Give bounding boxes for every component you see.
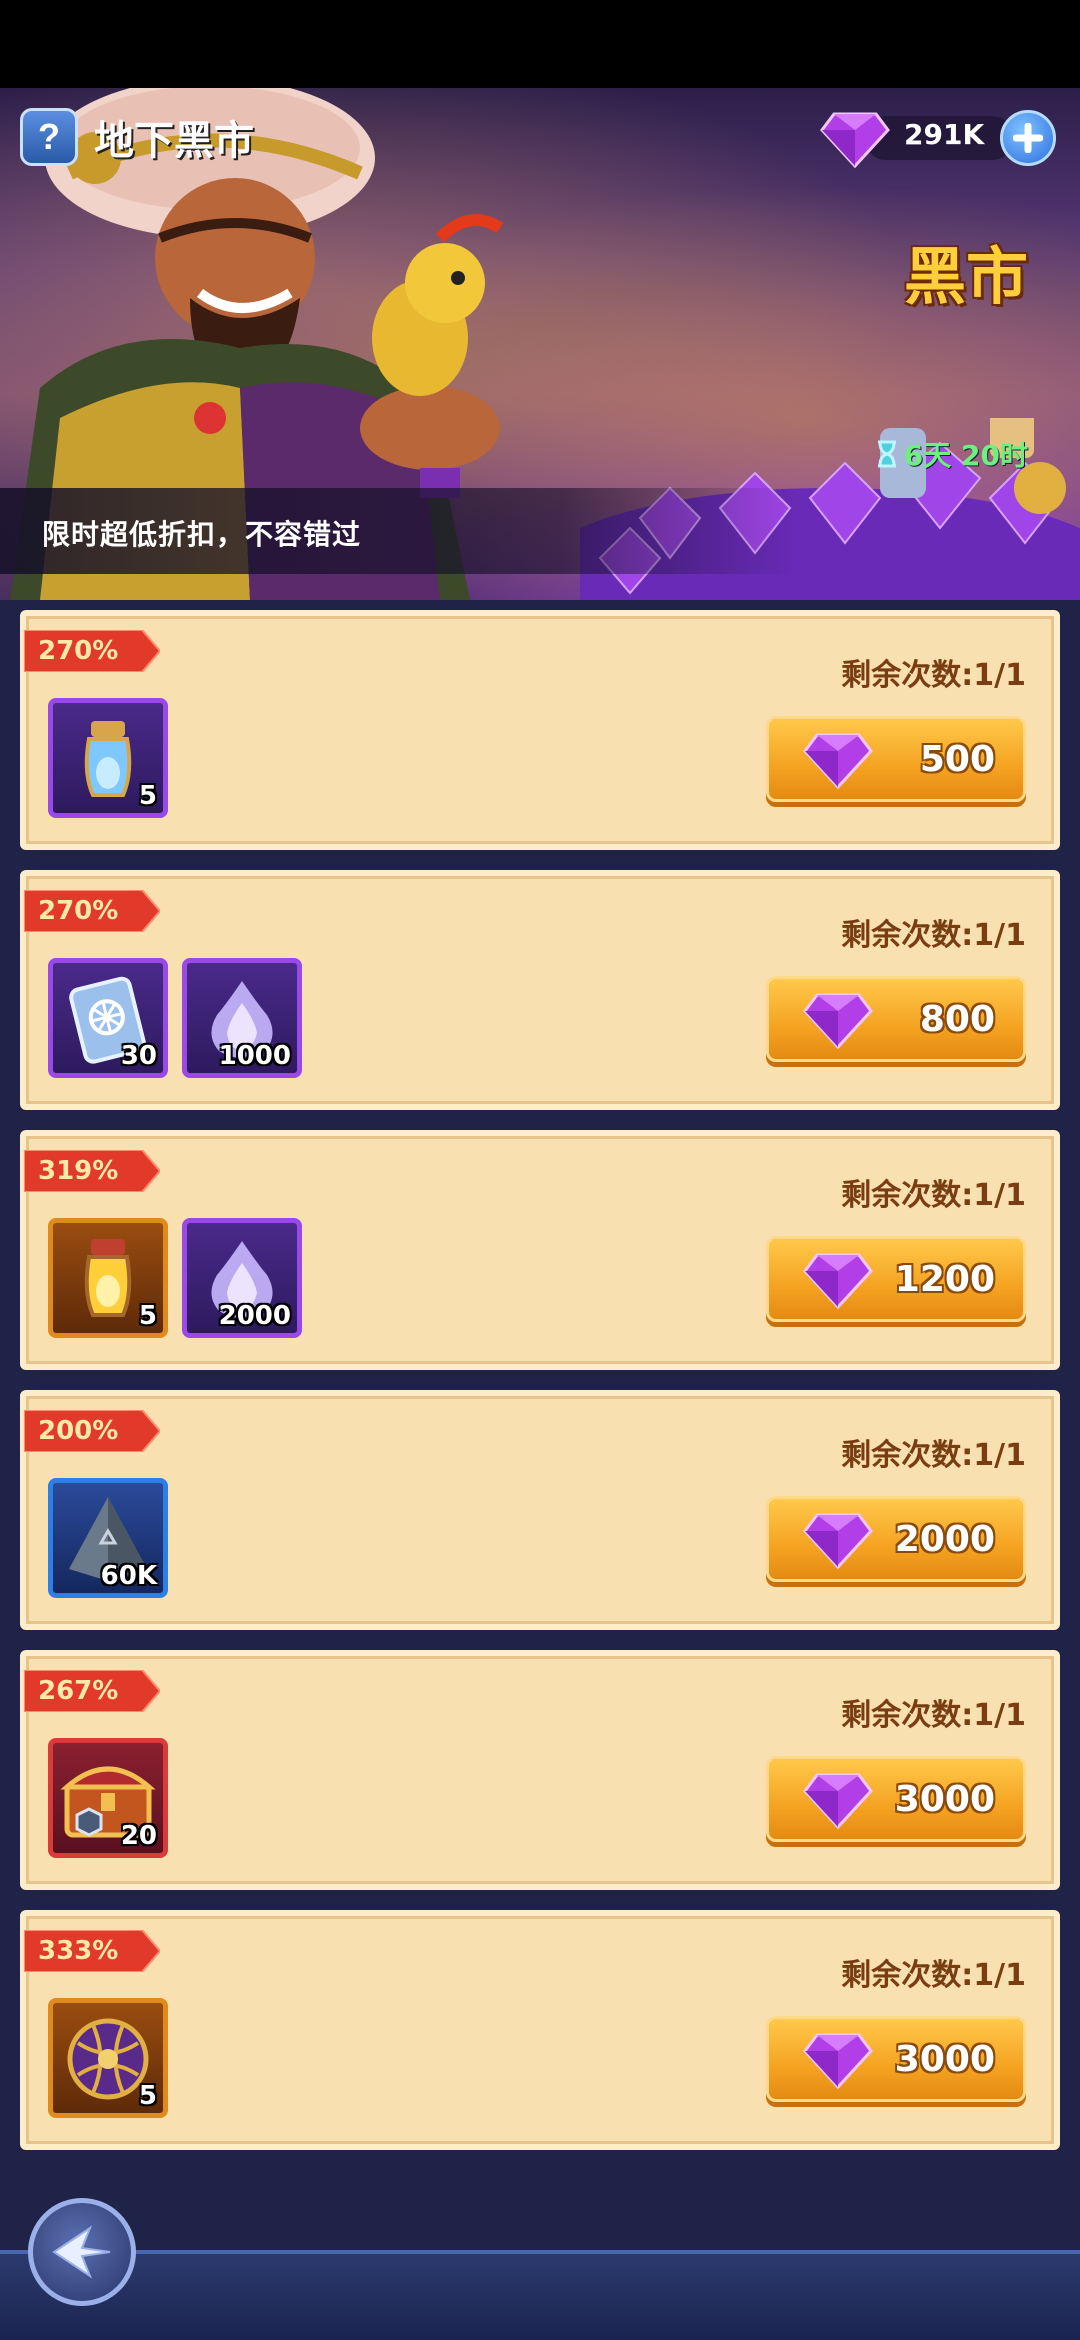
discount-text: 200% bbox=[38, 1416, 119, 1446]
item-quantity: 2000 bbox=[218, 1301, 291, 1331]
price-text: 1200 bbox=[894, 1259, 995, 1300]
discount-text: 270% bbox=[38, 896, 119, 926]
gem-icon bbox=[803, 1773, 873, 1830]
offer-card: 200% 剩余次数:1/1 60K 2000 bbox=[20, 1390, 1060, 1630]
reward-items: 60K bbox=[48, 1478, 168, 1598]
timer-text: 6天 20时 bbox=[903, 439, 1028, 472]
bottom-bar bbox=[0, 2250, 1080, 2340]
buy-button[interactable]: 3000 bbox=[766, 2016, 1026, 2102]
reward-item[interactable]: 60K bbox=[48, 1478, 168, 1598]
reward-items: 5 bbox=[48, 1998, 168, 2118]
status-bar bbox=[0, 0, 1080, 88]
offer-card: 267% 剩余次数:1/1 20 3000 bbox=[20, 1650, 1060, 1890]
price-text: 3000 bbox=[894, 2039, 995, 2080]
discount-text: 267% bbox=[38, 1676, 119, 1706]
remaining-count: 剩余次数:1/1 bbox=[841, 1698, 1026, 1733]
discount-ribbon: 270% bbox=[23, 889, 162, 933]
discount-text: 270% bbox=[38, 636, 119, 666]
reward-item[interactable]: 30 bbox=[48, 958, 168, 1078]
reward-items: 5 bbox=[48, 698, 168, 818]
buy-button[interactable]: 500 bbox=[766, 716, 1026, 802]
offer-card: 333% 剩余次数:1/1 5 3000 bbox=[20, 1910, 1060, 2150]
discount-text: 319% bbox=[38, 1156, 119, 1186]
price-text: 2000 bbox=[894, 1519, 995, 1560]
price-text: 500 bbox=[919, 739, 995, 780]
buy-button[interactable]: 2000 bbox=[766, 1496, 1026, 1582]
market-title: 黑市 bbox=[903, 240, 1028, 313]
hourglass-icon bbox=[877, 440, 896, 468]
reward-items: 30 1000 bbox=[48, 958, 302, 1078]
item-quantity: 5 bbox=[138, 781, 157, 811]
price-text: 800 bbox=[919, 999, 995, 1040]
buy-button[interactable]: 3000 bbox=[766, 1756, 1026, 1842]
gem-icon bbox=[803, 993, 873, 1050]
discount-ribbon: 333% bbox=[23, 1929, 162, 1973]
add-gems-button[interactable] bbox=[1000, 110, 1056, 166]
reward-item[interactable]: 1000 bbox=[182, 958, 302, 1078]
gem-count: 291K bbox=[904, 118, 985, 151]
event-timer: 6天 20时 bbox=[876, 434, 1028, 474]
remaining-count: 剩余次数:1/1 bbox=[841, 658, 1026, 693]
remaining-count: 剩余次数:1/1 bbox=[841, 1438, 1026, 1473]
reward-item[interactable]: 2000 bbox=[182, 1218, 302, 1338]
banner-tagline: 限时超低折扣，不容错过 bbox=[42, 518, 362, 551]
price-text: 3000 bbox=[894, 1779, 995, 1820]
gem-icon bbox=[803, 1513, 873, 1570]
offer-card: 270% 剩余次数:1/1 30 1000 800 bbox=[20, 870, 1060, 1110]
buy-button[interactable]: 800 bbox=[766, 976, 1026, 1062]
offer-card: 319% 剩余次数:1/1 5 2000 1200 bbox=[20, 1130, 1060, 1370]
plus-icon bbox=[1013, 123, 1043, 153]
back-arrow-icon bbox=[52, 2225, 111, 2279]
back-button[interactable] bbox=[28, 2198, 136, 2306]
discount-ribbon: 267% bbox=[23, 1669, 162, 1713]
remaining-count: 剩余次数:1/1 bbox=[841, 918, 1026, 953]
reward-items: 20 bbox=[48, 1738, 168, 1858]
reward-item[interactable]: 5 bbox=[48, 1998, 168, 2118]
item-quantity: 30 bbox=[120, 1041, 157, 1071]
discount-text: 333% bbox=[38, 1936, 119, 1966]
page-title: 地下黑市 bbox=[94, 118, 254, 164]
remaining-count: 剩余次数:1/1 bbox=[841, 1958, 1026, 1993]
buy-button[interactable]: 1200 bbox=[766, 1236, 1026, 1322]
gem-icon bbox=[803, 733, 873, 790]
offer-card: 270% 剩余次数:1/1 5 500 bbox=[20, 610, 1060, 850]
reward-item[interactable]: 20 bbox=[48, 1738, 168, 1858]
discount-ribbon: 319% bbox=[23, 1149, 162, 1193]
help-button[interactable]: ? bbox=[20, 108, 78, 166]
gem-icon bbox=[803, 2033, 873, 2090]
discount-ribbon: 200% bbox=[23, 1409, 162, 1453]
gem-icon bbox=[803, 1253, 873, 1310]
gem-icon bbox=[820, 112, 890, 169]
remaining-count: 剩余次数:1/1 bbox=[841, 1178, 1026, 1213]
item-quantity: 1000 bbox=[218, 1041, 291, 1071]
reward-item[interactable]: 5 bbox=[48, 1218, 168, 1338]
gem-currency: 291K bbox=[820, 108, 1060, 169]
discount-ribbon: 270% bbox=[23, 629, 162, 673]
item-quantity: 5 bbox=[138, 2081, 157, 2111]
item-quantity: 5 bbox=[138, 1301, 157, 1331]
item-quantity: 20 bbox=[120, 1821, 157, 1851]
reward-item[interactable]: 5 bbox=[48, 698, 168, 818]
question-icon: ? bbox=[38, 116, 60, 157]
item-quantity: 60K bbox=[100, 1561, 157, 1591]
reward-items: 5 2000 bbox=[48, 1218, 302, 1338]
